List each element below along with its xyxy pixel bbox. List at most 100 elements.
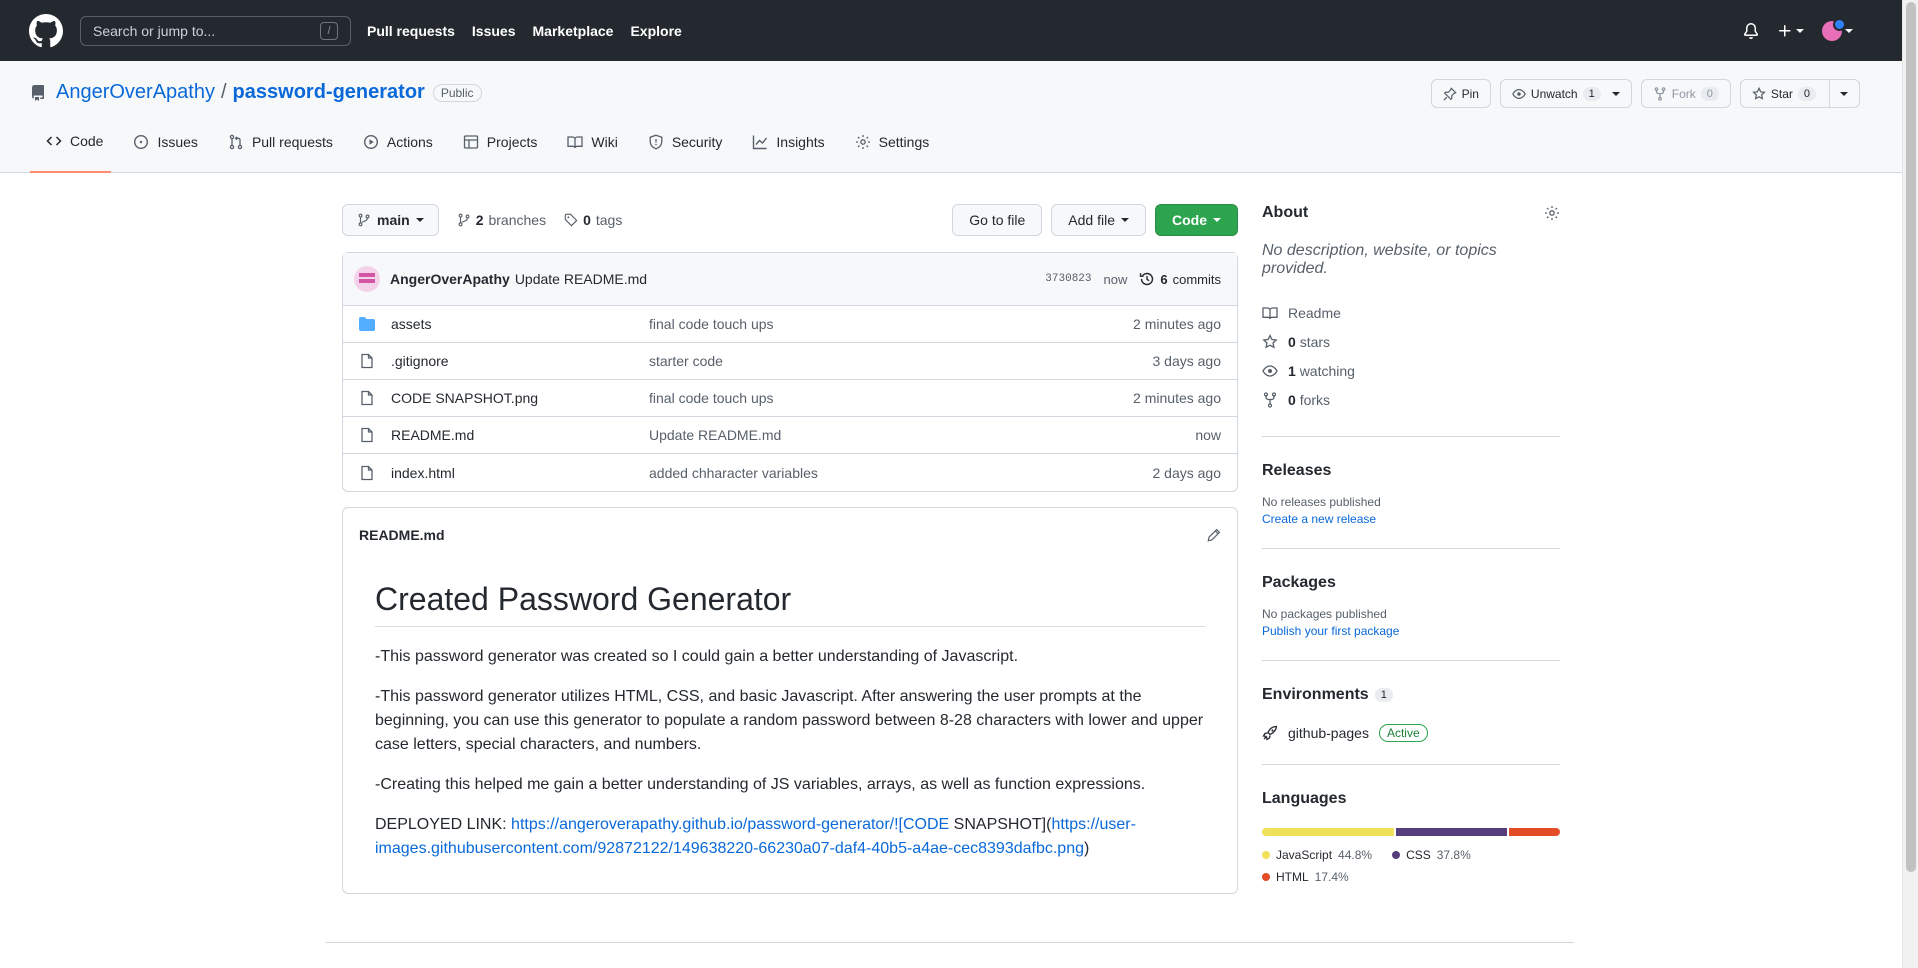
tab-projects[interactable]: Projects (447, 125, 546, 173)
repo-icon (31, 84, 44, 101)
environments-count: 1 (1374, 688, 1393, 702)
page-scrollbar[interactable] (1902, 0, 1918, 968)
language-bar-segment[interactable] (1395, 828, 1507, 836)
tab-security[interactable]: Security (632, 125, 731, 173)
play-icon (363, 134, 378, 150)
branch-selector[interactable]: main (342, 204, 439, 236)
publish-package-link[interactable]: Publish your first package (1262, 624, 1560, 638)
tab-issues[interactable]: Issues (117, 125, 205, 173)
caret-down-icon (1796, 28, 1804, 33)
bell-icon[interactable] (1743, 22, 1759, 39)
add-file-label: Add file (1068, 212, 1115, 228)
tab-settings[interactable]: Settings (839, 125, 938, 173)
tab-pull-requests[interactable]: Pull requests (212, 125, 341, 173)
repo-owner-link[interactable]: AngerOverApathy (56, 81, 215, 104)
nav-issues[interactable]: Issues (472, 23, 516, 39)
file-commit-message[interactable]: final code touch ups (649, 316, 1133, 332)
tab-pull-requests-label: Pull requests (251, 134, 333, 150)
tab-code-label: Code (70, 133, 104, 149)
file-name-link[interactable]: CODE SNAPSHOT.png (391, 390, 649, 406)
deployed-link[interactable]: https://angeroverapathy.github.io/passwo… (511, 816, 949, 833)
tab-actions[interactable]: Actions (347, 125, 441, 173)
tab-insights[interactable]: Insights (736, 125, 832, 173)
environment-status-badge: Active (1378, 724, 1428, 742)
watch-count: 1 (1582, 86, 1601, 101)
file-icon (361, 427, 373, 443)
packages-title[interactable]: Packages (1262, 574, 1560, 592)
commit-author[interactable]: AngerOverApathy (390, 271, 510, 287)
file-name-link[interactable]: assets (391, 316, 649, 332)
repo-name-link[interactable]: password-generator (233, 81, 425, 104)
file-commit-message[interactable]: added chharacter variables (649, 465, 1153, 481)
branches-link[interactable]: 2 branches (457, 212, 546, 228)
language-item[interactable]: CSS 37.8% (1392, 844, 1471, 866)
language-bar-segment[interactable] (1508, 828, 1560, 836)
commits-label: commits (1172, 271, 1221, 287)
file-commit-message[interactable]: final code touch ups (649, 390, 1133, 406)
table-row[interactable]: CODE SNAPSHOT.png final code touch ups 2 m… (343, 380, 1237, 417)
star-button[interactable]: Star 0 (1739, 79, 1860, 108)
search-input[interactable]: Search or jump to... / (80, 15, 351, 46)
caret-down-icon (1121, 218, 1129, 222)
unwatch-button[interactable]: Unwatch 1 (1499, 79, 1632, 108)
file-name-link[interactable]: .gitignore (391, 353, 649, 369)
file-name-link[interactable]: README.md (391, 427, 649, 443)
language-bar-segment[interactable] (1262, 828, 1394, 836)
file-commit-message[interactable]: starter code (649, 353, 1153, 369)
tab-code[interactable]: Code (30, 125, 112, 173)
tags-link[interactable]: 0 tags (564, 212, 622, 228)
language-item[interactable]: JavaScript 44.8% (1262, 844, 1372, 866)
go-to-file-label: Go to file (969, 212, 1026, 228)
latest-commit-bar: AngerOverApathy Update README.md 3730823… (343, 253, 1237, 306)
file-name-link[interactable]: index.html (391, 465, 649, 481)
user-menu[interactable] (1822, 17, 1853, 41)
add-file-button[interactable]: Add file (1051, 204, 1146, 236)
header-right-actions (1743, 17, 1873, 41)
tab-wiki-label: Wiki (591, 134, 618, 150)
tab-wiki[interactable]: Wiki (551, 125, 625, 173)
scrollbar-thumb[interactable] (1906, 2, 1916, 872)
table-row[interactable]: assets final code touch ups 2 minutes ago (343, 306, 1237, 343)
environments-heading[interactable]: Environments 1 (1262, 686, 1560, 704)
file-type-icon (359, 316, 375, 332)
commits-history-link[interactable]: 6 commits (1139, 271, 1221, 287)
environment-item[interactable]: github-pages Active (1262, 724, 1560, 742)
pencil-icon[interactable] (1207, 528, 1221, 542)
nav-explore[interactable]: Explore (630, 23, 681, 39)
pin-button[interactable]: Pin (1430, 79, 1491, 108)
fork-button[interactable]: Fork 0 (1640, 79, 1731, 108)
environment-name: github-pages (1288, 725, 1369, 741)
stars-link[interactable]: 0 stars (1262, 327, 1560, 356)
nav-marketplace[interactable]: Marketplace (533, 23, 614, 39)
language-color-dot (1262, 873, 1270, 881)
readme-deployed-link-paragraph: DEPLOYED LINK: https://angeroverapathy.g… (375, 813, 1205, 861)
nav-pull-requests[interactable]: Pull requests (367, 23, 455, 39)
github-logo-icon[interactable] (29, 13, 63, 48)
commit-sha[interactable]: 3730823 (1045, 273, 1091, 285)
star-count: 0 (1797, 86, 1816, 101)
commits-count: 6 (1160, 271, 1168, 287)
readme-link[interactable]: Readme (1262, 298, 1560, 327)
star-lists-dropdown[interactable] (1829, 80, 1848, 107)
eye-icon (1262, 364, 1278, 377)
go-to-file-button[interactable]: Go to file (952, 204, 1043, 236)
commit-message[interactable]: Update README.md (515, 271, 647, 287)
table-row[interactable]: index.html added chharacter variables 2 da… (343, 454, 1237, 491)
table-row[interactable]: .gitignore starter code 3 days ago (343, 343, 1237, 380)
create-release-link[interactable]: Create a new release (1262, 512, 1560, 526)
language-item[interactable]: HTML 17.4% (1262, 866, 1349, 888)
language-name: HTML (1276, 870, 1309, 884)
file-commit-message[interactable]: Update README.md (649, 427, 1195, 443)
code-button[interactable]: Code (1155, 204, 1238, 236)
watching-link[interactable]: 1 watching (1262, 356, 1560, 385)
table-row[interactable]: README.md Update README.md now (343, 417, 1237, 454)
gear-icon[interactable] (1544, 205, 1560, 221)
rocket-icon (1262, 725, 1278, 741)
book-icon (567, 136, 584, 149)
watching-label: watching (1299, 362, 1355, 379)
fork-icon (1654, 86, 1666, 101)
releases-title[interactable]: Releases (1262, 462, 1560, 480)
create-new-menu[interactable] (1777, 23, 1804, 39)
avatar[interactable] (354, 266, 380, 292)
forks-link[interactable]: 0 forks (1262, 385, 1560, 414)
